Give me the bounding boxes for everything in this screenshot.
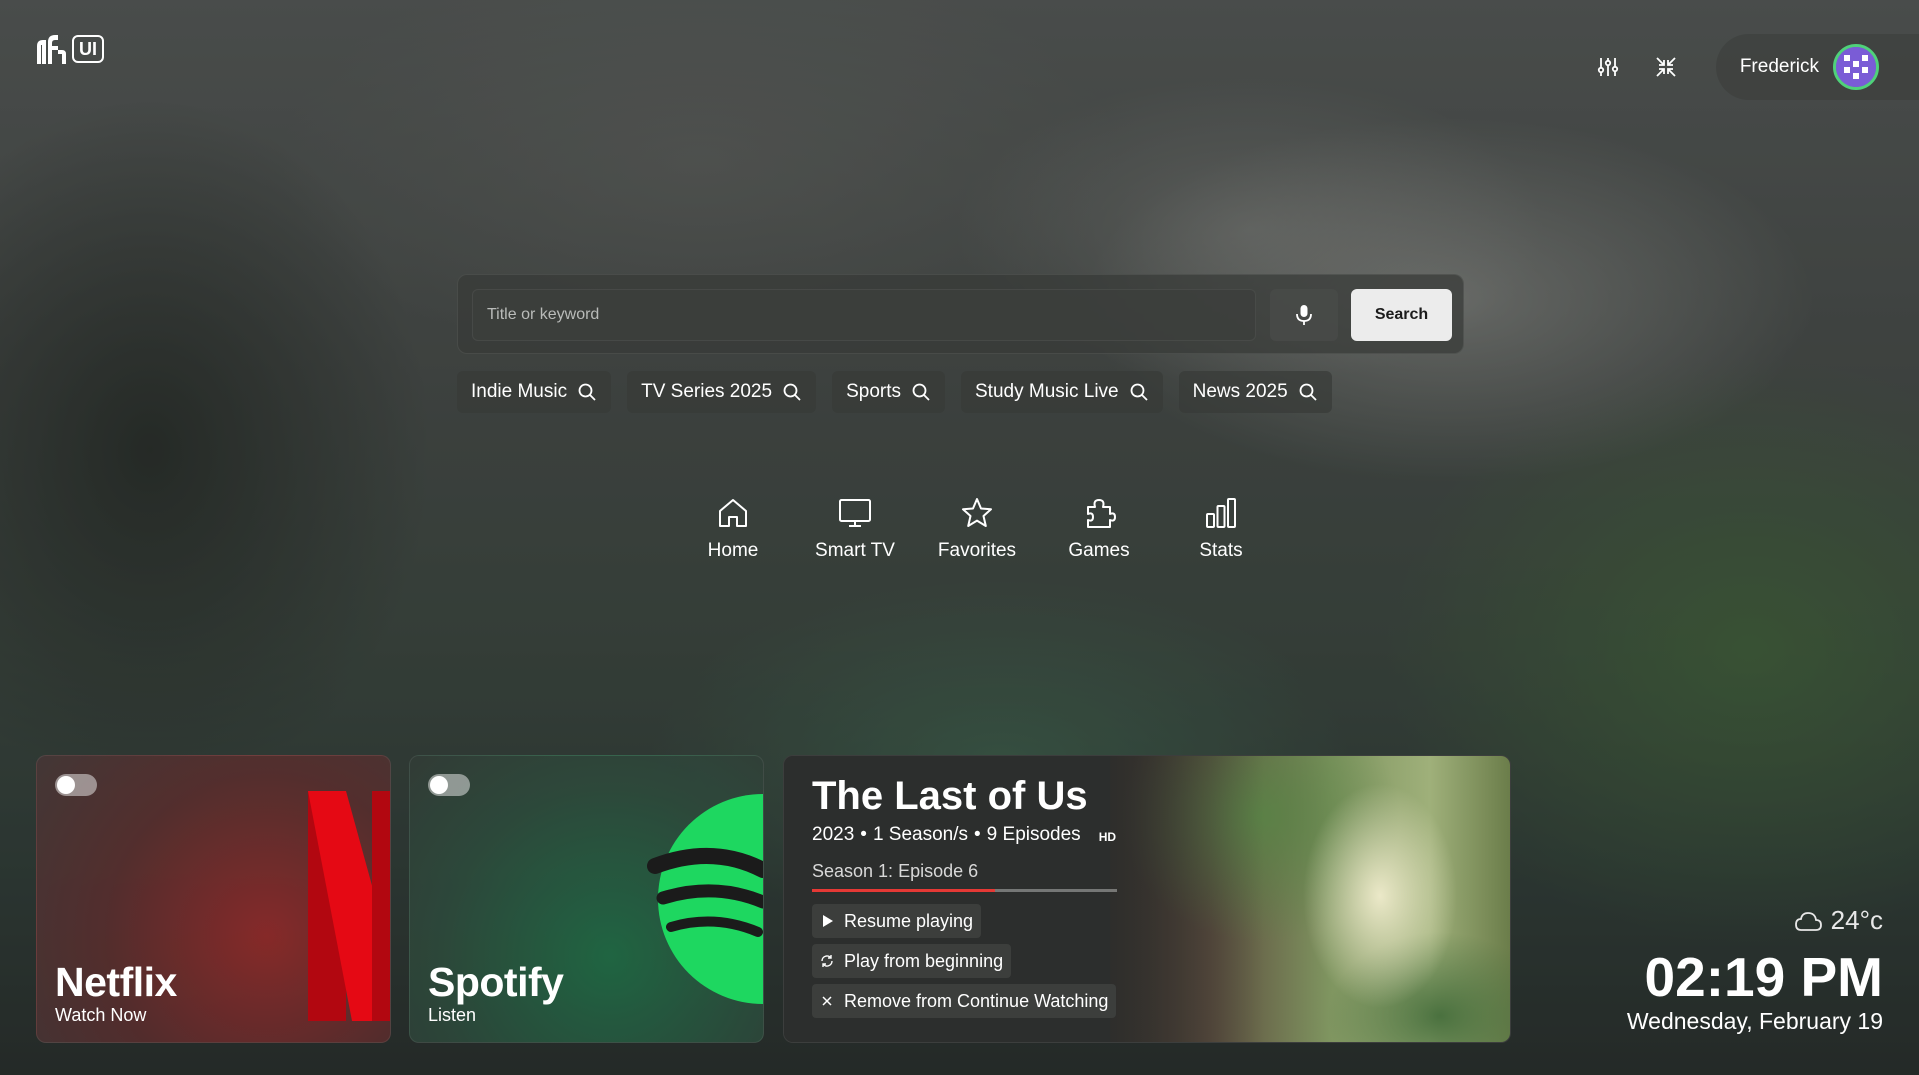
suggestion-label: News 2025 xyxy=(1192,381,1288,402)
suggestion-label: Indie Music xyxy=(471,381,568,402)
star-icon xyxy=(962,498,992,527)
search-icon xyxy=(1130,383,1148,401)
nav-label: Games xyxy=(1068,540,1130,561)
nav-item-home[interactable]: Home xyxy=(672,496,794,562)
suggestion-label: Study Music Live xyxy=(975,381,1119,402)
tv-icon xyxy=(839,499,871,527)
watch-actions: Resume playing Play from beginning Remov… xyxy=(812,904,1117,1018)
avatar xyxy=(1833,44,1879,90)
app-title: Netflix xyxy=(55,959,177,1005)
home-icon xyxy=(719,499,747,527)
puzzle-icon xyxy=(1087,499,1116,528)
restart-icon xyxy=(821,955,833,967)
user-name: Frederick xyxy=(1739,56,1819,77)
nav-label: Stats xyxy=(1199,540,1243,561)
netflix-card[interactable]: Netflix Watch Now xyxy=(36,755,391,1043)
suggestion-chip[interactable]: Sports xyxy=(832,371,945,413)
app-subtitle: Listen xyxy=(428,1005,477,1025)
suggestion-chip[interactable]: Study Music Live xyxy=(961,371,1163,413)
clock-date: Wednesday, February 19 xyxy=(1626,1008,1883,1034)
clock-time: 02:19 PM xyxy=(1644,946,1883,1008)
microphone-icon xyxy=(1296,305,1312,325)
nav-label: Smart TV xyxy=(815,540,895,561)
play-from-beginning-button[interactable]: Play from beginning xyxy=(812,944,1012,978)
show-seasons: 1 Season/s xyxy=(872,824,969,845)
nav-label: Home xyxy=(707,540,759,561)
cloud-icon xyxy=(1794,911,1822,931)
nav-item-smart-tv[interactable]: Smart TV xyxy=(794,496,916,562)
nav-item-stats[interactable]: Stats xyxy=(1160,496,1282,562)
collapse-icon[interactable] xyxy=(1642,43,1690,91)
main-nav: Home Smart TV Favorites Games Stats xyxy=(672,496,1282,562)
app-title: Spotify xyxy=(428,959,564,1005)
logo-text: UI xyxy=(72,35,104,63)
show-meta: 2023 • 1 Season/s • 9 Episodes HD xyxy=(812,824,1117,845)
current-episode: Season 1: Episode 6 xyxy=(812,861,979,881)
show-year: 2023 xyxy=(812,824,855,845)
suggestion-chip[interactable]: TV Series 2025 xyxy=(627,371,817,413)
suggestion-chip[interactable]: Indie Music xyxy=(457,371,612,413)
search-input[interactable] xyxy=(472,289,1256,341)
netflix-toggle[interactable] xyxy=(55,774,97,796)
play-icon xyxy=(823,915,833,927)
nav-item-games[interactable]: Games xyxy=(1038,496,1160,562)
nav-label: Favorites xyxy=(937,540,1017,561)
quality-badge: HD xyxy=(1098,830,1117,844)
suggestion-label: Sports xyxy=(846,381,901,402)
temperature: 24°c xyxy=(1830,905,1883,935)
netflix-logo-icon xyxy=(308,791,390,1021)
app-subtitle: Watch Now xyxy=(55,1005,147,1025)
search-icon xyxy=(1299,383,1317,401)
search-suggestions: Indie Music TV Series 2025 Sports Study … xyxy=(457,371,1332,413)
remove-from-continue-button[interactable]: Remove from Continue Watching xyxy=(812,984,1117,1018)
sliders-icon[interactable] xyxy=(1584,43,1632,91)
search-bar: Search xyxy=(457,274,1464,354)
search-icon xyxy=(783,383,801,401)
header-controls: Frederick xyxy=(1584,34,1919,100)
spotify-toggle[interactable] xyxy=(428,774,470,796)
suggestion-label: TV Series 2025 xyxy=(641,381,773,402)
suggestion-chip[interactable]: News 2025 xyxy=(1178,371,1332,413)
app-logo[interactable]: UI xyxy=(34,32,104,66)
show-title: The Last of Us xyxy=(812,774,1088,818)
close-icon xyxy=(822,996,832,1006)
search-icon xyxy=(578,383,596,401)
watch-progress xyxy=(812,889,1117,892)
spotify-card[interactable]: Spotify Listen xyxy=(409,755,764,1043)
nav-item-favorites[interactable]: Favorites xyxy=(916,496,1038,562)
continue-watching-card[interactable]: The Last of Us 2023 • 1 Season/s • 9 Epi… xyxy=(783,755,1511,1043)
voice-search-button[interactable] xyxy=(1270,289,1338,341)
user-profile[interactable]: Frederick xyxy=(1715,34,1919,100)
search-button[interactable]: Search xyxy=(1351,289,1452,341)
watch-progress-fill xyxy=(812,889,995,892)
show-episodes: 9 Episodes xyxy=(986,824,1081,845)
spotify-logo-icon xyxy=(647,794,763,1004)
bar-chart-icon xyxy=(1206,498,1236,528)
resume-button[interactable]: Resume playing xyxy=(812,904,982,938)
weather-widget: 24°c xyxy=(1793,905,1883,936)
logo-mark-icon xyxy=(37,35,66,64)
search-icon xyxy=(912,383,930,401)
